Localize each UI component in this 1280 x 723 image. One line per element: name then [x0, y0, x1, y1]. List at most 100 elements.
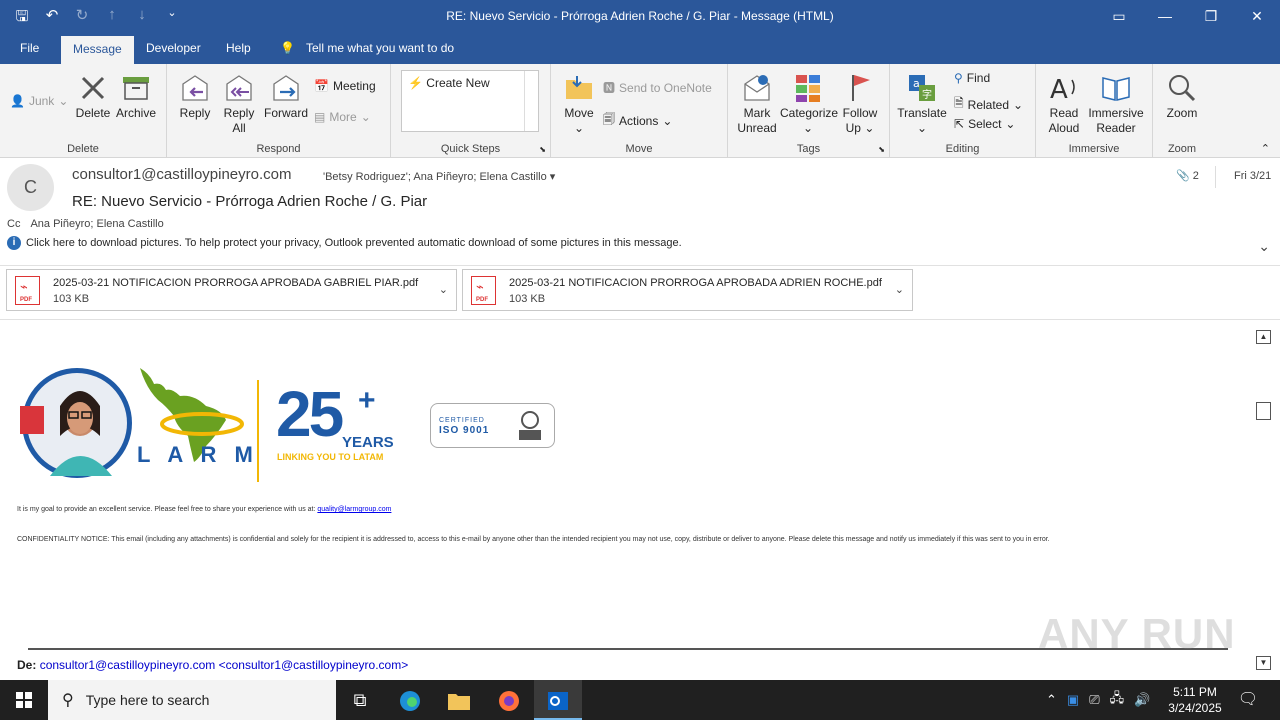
group-zoom: Zoom Zoom: [1153, 64, 1211, 158]
quick-steps-scrollbar[interactable]: [524, 71, 538, 131]
follow-up-button[interactable]: Follow Up ⌄: [840, 72, 880, 136]
network-icon[interactable]: 🖧: [1110, 689, 1125, 711]
chevron-down-icon[interactable]: ⌄: [439, 283, 448, 296]
restore-button[interactable]: ❐: [1188, 0, 1234, 33]
cursor-icon: ⇱: [954, 117, 965, 131]
delete-button[interactable]: Delete: [74, 72, 112, 121]
translate-button[interactable]: a字 Translate ⌄: [896, 72, 948, 136]
find-button[interactable]: ⚲ Find: [954, 71, 990, 85]
window-controls: ▭ — ❐ ✕: [1096, 0, 1280, 33]
tab-file[interactable]: File: [20, 41, 39, 55]
years-tagline: LINKING YOU TO LATAM: [277, 452, 384, 462]
zoom-button[interactable]: Zoom: [1161, 72, 1203, 121]
tags-launcher-icon[interactable]: ⬊: [878, 145, 885, 154]
sender-address[interactable]: consultor1@castilloypineyro.com: [72, 166, 292, 183]
recipients-dropdown-icon[interactable]: ▾: [550, 171, 556, 183]
actions-button[interactable]: 🗐 Actions ⌄: [603, 110, 672, 131]
years-number: 25: [276, 378, 344, 450]
expand-header-icon[interactable]: ⌄: [1258, 238, 1270, 255]
notifications-icon[interactable]: 🗨: [1228, 680, 1268, 720]
move-button[interactable]: Move ⌄: [559, 72, 599, 136]
attachment-item[interactable]: ⌁ PDF 2025-03-21 NOTIFICACION PRORROGA AP…: [462, 269, 913, 311]
show-hidden-icons-icon[interactable]: ⌃: [1046, 692, 1057, 708]
iso-badge: CERTIFIED ISO 9001: [430, 403, 555, 448]
file-explorer-icon[interactable]: [435, 680, 483, 720]
group-label-zoom: Zoom: [1167, 143, 1197, 155]
tab-help[interactable]: Help: [226, 41, 251, 55]
quoted-sender-email-link[interactable]: <consultor1@castilloypineyro.com>: [219, 658, 409, 672]
chevron-down-icon[interactable]: ⌄: [895, 283, 904, 296]
attachment-item[interactable]: ⌁ PDF 2025-03-21 NOTIFICACION PRORROGA AP…: [6, 269, 457, 311]
scroll-thumb[interactable]: [1256, 402, 1271, 420]
mark-unread-button[interactable]: Mark Unread: [734, 72, 780, 136]
tell-me-icon[interactable]: 💡: [280, 41, 295, 55]
quality-email-link[interactable]: quality@larmgroup.com: [317, 506, 391, 513]
tell-me-search[interactable]: Tell me what you want to do: [306, 41, 454, 55]
tab-message[interactable]: Message: [61, 36, 134, 64]
reply-all-button[interactable]: Reply All: [221, 72, 257, 136]
group-label-tags: Tags: [796, 143, 821, 155]
more-respond-button[interactable]: ▤ More ⌄: [314, 110, 371, 124]
attachment-size: 103 KB: [53, 293, 90, 305]
taskbar-search[interactable]: ⚲ Type here to search: [48, 680, 336, 720]
group-label-immersive: Immersive: [1068, 143, 1120, 155]
taskbar: ⚲ Type here to search ⧉ ⌃ ▣ ⎚ 🖧 🔊 5:11 P…: [0, 680, 1280, 720]
paperclip-icon: 📎: [1176, 170, 1190, 182]
firefox-icon[interactable]: [485, 680, 533, 720]
search-icon: ⚲: [62, 692, 74, 709]
actions-icon: 🗐: [603, 112, 615, 126]
ribbon-display-options-icon[interactable]: ▭: [1096, 0, 1142, 33]
larm-wordmark: L A R M: [137, 442, 259, 467]
mark-unread-icon: [744, 75, 770, 101]
group-label-move: Move: [625, 143, 653, 155]
download-pictures-infobar[interactable]: i Click here to download pictures. To hel…: [7, 236, 682, 250]
outlook-tray-icon[interactable]: ▣: [1067, 692, 1079, 708]
edge-icon[interactable]: [386, 680, 434, 720]
quoted-sender-link[interactable]: consultor1@castilloypineyro.com: [40, 658, 216, 672]
tab-developer[interactable]: Developer: [146, 41, 201, 55]
reply-button[interactable]: Reply: [177, 72, 213, 121]
junk-button[interactable]: 👤 Junk ⌄: [10, 94, 68, 108]
junk-icon: 👤: [10, 94, 25, 108]
logo-divider: [257, 380, 259, 482]
sender-avatar[interactable]: C: [7, 164, 54, 211]
collapse-ribbon-icon[interactable]: ⌃: [1261, 142, 1270, 155]
ribbon: 👤 Junk ⌄ Delete Archive Delete Reply Reply…: [0, 64, 1280, 158]
select-button[interactable]: ⇱ Select ⌄: [954, 117, 1015, 131]
archive-button[interactable]: Archive: [114, 72, 158, 121]
close-button[interactable]: ✕: [1234, 0, 1280, 33]
scroll-down-icon[interactable]: ▼: [1256, 656, 1271, 670]
scroll-up-icon[interactable]: ▲: [1256, 330, 1271, 344]
system-clock[interactable]: 5:11 PM 3/24/2025: [1160, 684, 1230, 716]
body-scrollbar[interactable]: ▲ ▼: [1256, 330, 1272, 670]
categorize-button[interactable]: Categorize ⌄: [780, 72, 838, 136]
meeting-button[interactable]: 📅 Meeting: [314, 79, 376, 93]
device-icon[interactable]: ⎚: [1089, 692, 1099, 708]
info-icon: i: [7, 236, 21, 250]
outlook-taskbar-icon[interactable]: [534, 680, 582, 720]
ribbon-tabs: File Message Developer Help 💡 Tell me wh…: [0, 33, 1280, 64]
iso-certified: CERTIFIED: [439, 417, 485, 424]
flag-icon: [852, 75, 870, 101]
immersive-reader-button[interactable]: Immersive Reader: [1086, 72, 1146, 136]
create-new-quickstep[interactable]: ⚡ Create New: [408, 76, 490, 90]
years-plus: +: [358, 384, 376, 417]
read-aloud-button[interactable]: A Read Aloud: [1044, 72, 1084, 136]
group-editing: a字 Translate ⌄ ⚲ Find 🗎 Related ⌄ ⇱ Select ⌄ E…: [890, 64, 1036, 158]
task-view-icon[interactable]: ⧉: [336, 680, 384, 720]
svg-text:字: 字: [922, 88, 932, 101]
pdf-icon: ⌁ PDF: [15, 276, 40, 305]
related-button[interactable]: 🗎 Related ⌄: [954, 94, 1023, 115]
group-immersive: A Read Aloud Immersive Reader Immersive: [1036, 64, 1153, 158]
volume-icon[interactable]: 🔊: [1134, 692, 1150, 708]
system-tray: ⌃ ▣ ⎚ 🖧 🔊: [1046, 680, 1150, 720]
cc-line: Cc Ana Piñeyro; Elena Castillo: [7, 218, 164, 230]
attachment-name: 2025-03-21 NOTIFICACION PRORROGA APROBAD…: [53, 277, 419, 289]
start-button[interactable]: [0, 680, 48, 720]
forward-button[interactable]: Forward: [263, 72, 309, 121]
quick-steps-launcher-icon[interactable]: ⬊: [539, 145, 546, 154]
send-to-onenote-button[interactable]: 🅽 Send to OneNote: [603, 79, 712, 96]
minimize-button[interactable]: —: [1142, 0, 1188, 33]
attachment-size: 103 KB: [509, 293, 546, 305]
recipients[interactable]: 'Betsy Rodriguez'; Ana Piñeyro; Elena Ca…: [323, 170, 555, 183]
